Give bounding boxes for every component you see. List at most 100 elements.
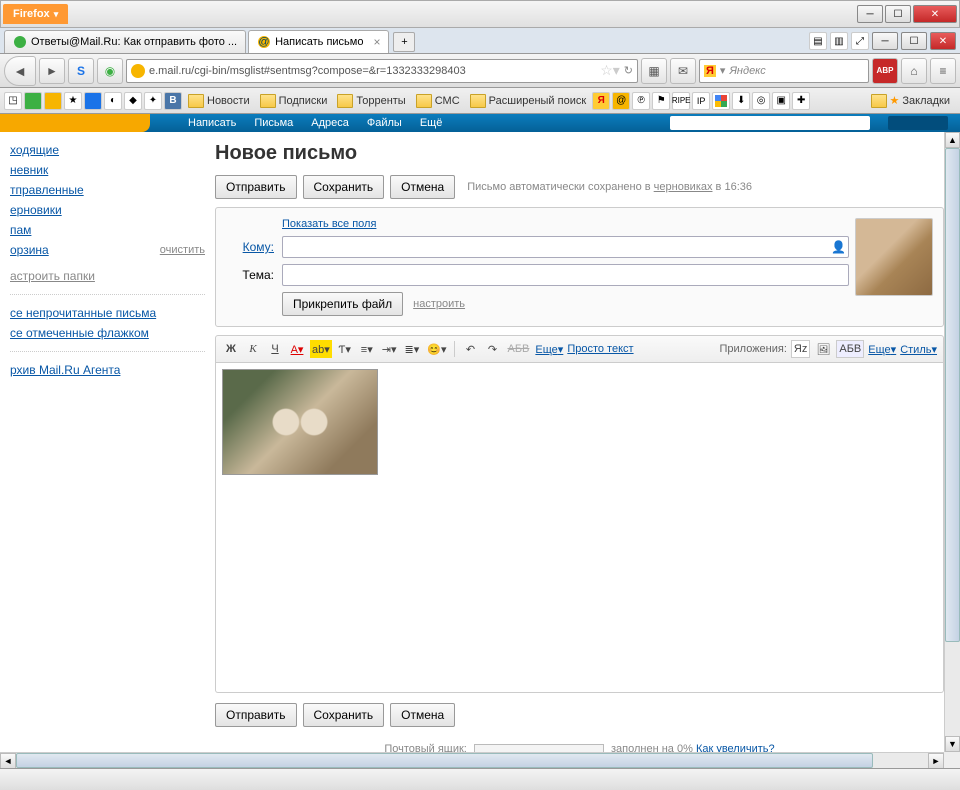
vk-icon[interactable]: В <box>164 92 182 110</box>
tab-close-icon[interactable]: × <box>373 35 380 49</box>
bookmark-icon[interactable]: ◐ <box>104 92 122 110</box>
bg-color-button[interactable]: ab▾ <box>310 340 332 358</box>
align-button[interactable]: ≡▾ <box>358 340 376 358</box>
adblock-button[interactable]: ABP <box>872 58 898 84</box>
strike-button[interactable]: АБВ <box>505 340 531 358</box>
addon-icon[interactable]: ▥ <box>830 32 848 50</box>
folder-spam[interactable]: пам <box>10 220 205 240</box>
scroll-up-arrow-icon[interactable]: ▲ <box>945 132 960 148</box>
italic-button[interactable]: К <box>244 340 262 358</box>
addon-button[interactable]: S <box>68 58 94 84</box>
mail-button[interactable]: ✉ <box>670 58 696 84</box>
clean-trash-link[interactable]: очистить <box>160 240 205 260</box>
vertical-scrollbar[interactable]: ▲ ▼ <box>944 132 960 752</box>
bookmark-icon[interactable]: IP <box>692 92 710 110</box>
indent-button[interactable]: ⇥▾ <box>380 340 399 358</box>
bookmark-icon[interactable]: ◳ <box>4 92 22 110</box>
bookmark-icon[interactable] <box>24 92 42 110</box>
menu-more[interactable]: Ещё <box>420 117 443 129</box>
search-bar[interactable]: Я ▾ Яндекс <box>699 59 869 83</box>
undo-button[interactable]: ↶ <box>461 340 479 358</box>
drafts-link[interactable]: черновиках <box>654 181 713 193</box>
minimize-button[interactable]: ─ <box>857 5 883 23</box>
menu-files[interactable]: Файлы <box>367 117 402 129</box>
folder-trash[interactable]: орзина <box>10 243 49 257</box>
folder-drafts[interactable]: ерновики <box>10 200 205 220</box>
mail-search-button[interactable] <box>888 116 948 130</box>
cancel-button[interactable]: Отмена <box>390 175 455 199</box>
translate-icon[interactable]: Яz <box>791 340 810 358</box>
redo-button[interactable]: ↷ <box>483 340 501 358</box>
to-input[interactable] <box>282 236 849 258</box>
home-button[interactable]: ⌂ <box>901 58 927 84</box>
close-button[interactable]: ✕ <box>913 5 957 23</box>
bookmark-folder-search[interactable]: Расширеный поиск <box>466 92 591 110</box>
reload-icon[interactable]: ↻ <box>624 64 633 77</box>
bold-button[interactable]: Ж <box>222 340 240 358</box>
tab-answers[interactable]: Ответы@Mail.Ru: Как отправить фото ... <box>4 30 246 53</box>
show-all-fields-link[interactable]: Показать все поля <box>282 218 933 230</box>
addon-icon[interactable]: ▤ <box>809 32 827 50</box>
font-size-button[interactable]: Ƭ▾ <box>336 340 354 358</box>
addon-button[interactable]: ◉ <box>97 58 123 84</box>
flagged-link[interactable]: се отмеченные флажком <box>10 323 205 343</box>
scroll-right-arrow-icon[interactable]: ► <box>928 753 944 768</box>
save-button-bottom[interactable]: Сохранить <box>303 703 385 727</box>
unread-link[interactable]: се непрочитанные письма <box>10 303 205 323</box>
send-button-bottom[interactable]: Отправить <box>215 703 297 727</box>
horizontal-scrollbar[interactable]: ◄ ► <box>0 752 944 768</box>
save-button[interactable]: Сохранить <box>303 175 385 199</box>
bookmark-icon[interactable] <box>44 92 62 110</box>
bookmark-icon[interactable]: ▣ <box>772 92 790 110</box>
bookmark-icon[interactable]: ◆ <box>124 92 142 110</box>
inner-maximize-button[interactable]: ☐ <box>901 32 927 50</box>
bookmark-icon[interactable]: ★ <box>64 92 82 110</box>
maximize-button[interactable]: ☐ <box>885 5 911 23</box>
bookmark-folder-subs[interactable]: Подписки <box>256 92 332 110</box>
addon-icon[interactable]: ⤢ <box>851 32 869 50</box>
tab-compose[interactable]: @ Написать письмо × <box>248 30 389 53</box>
style-link[interactable]: Стиль▾ <box>900 343 937 356</box>
bookmark-icon[interactable] <box>712 92 730 110</box>
folder-inbox[interactable]: ходящие <box>10 140 205 160</box>
feed-button[interactable]: ▦ <box>641 58 667 84</box>
cancel-button-bottom[interactable]: Отмена <box>390 703 455 727</box>
bookmark-icon[interactable]: @ <box>612 92 630 110</box>
menu-button[interactable]: ≡ <box>930 58 956 84</box>
attach-file-button[interactable]: Прикрепить файл <box>282 292 403 316</box>
bookmark-folder-sms[interactable]: СМС <box>412 92 464 110</box>
mailru-logo[interactable] <box>0 114 150 132</box>
bookmark-folder-torrents[interactable]: Торренты <box>333 92 409 110</box>
url-bar[interactable]: e.mail.ru/cgi-bin/msglist#sentmsg?compos… <box>126 59 638 83</box>
scroll-thumb[interactable] <box>16 753 873 768</box>
more-formatting-link[interactable]: Еще▾ <box>535 343 563 356</box>
plain-text-link[interactable]: Просто текст <box>567 343 633 355</box>
sender-avatar[interactable] <box>855 218 933 296</box>
bookmark-folder-news[interactable]: Новости <box>184 92 254 110</box>
agent-archive-link[interactable]: рхив Mail.Ru Агента <box>10 360 205 380</box>
bookmark-icon[interactable]: ⚑ <box>652 92 670 110</box>
underline-button[interactable]: Ч <box>266 340 284 358</box>
forward-button[interactable]: ► <box>39 58 65 84</box>
firefox-menu-button[interactable]: Firefox <box>3 4 68 24</box>
new-tab-button[interactable]: + <box>393 32 415 52</box>
folder-settings-link[interactable]: астроить папки <box>10 266 205 286</box>
menu-addresses[interactable]: Адреса <box>311 117 349 129</box>
send-button[interactable]: Отправить <box>215 175 297 199</box>
menu-write[interactable]: Написать <box>188 117 236 129</box>
folder-diary[interactable]: невник <box>10 160 205 180</box>
inner-minimize-button[interactable]: ─ <box>872 32 898 50</box>
attach-settings-link[interactable]: настроить <box>413 298 465 310</box>
folder-sent[interactable]: тправленные <box>10 180 205 200</box>
bookmark-icon[interactable]: ✦ <box>144 92 162 110</box>
list-button[interactable]: ≣▾ <box>403 340 422 358</box>
bookmark-icon[interactable]: Я <box>592 92 610 110</box>
bookmarks-menu[interactable]: ★ Закладки <box>867 92 954 110</box>
bookmark-icon[interactable]: ⬇ <box>732 92 750 110</box>
inner-close-button[interactable]: ✕ <box>930 32 956 50</box>
apps-more-link[interactable]: Еще▾ <box>868 343 896 356</box>
inserted-image[interactable] <box>222 369 378 475</box>
contacts-icon[interactable]: 👤 <box>831 240 847 254</box>
spellcheck-icon[interactable]: АБВ <box>836 340 864 358</box>
to-label[interactable]: Кому: <box>226 240 274 254</box>
